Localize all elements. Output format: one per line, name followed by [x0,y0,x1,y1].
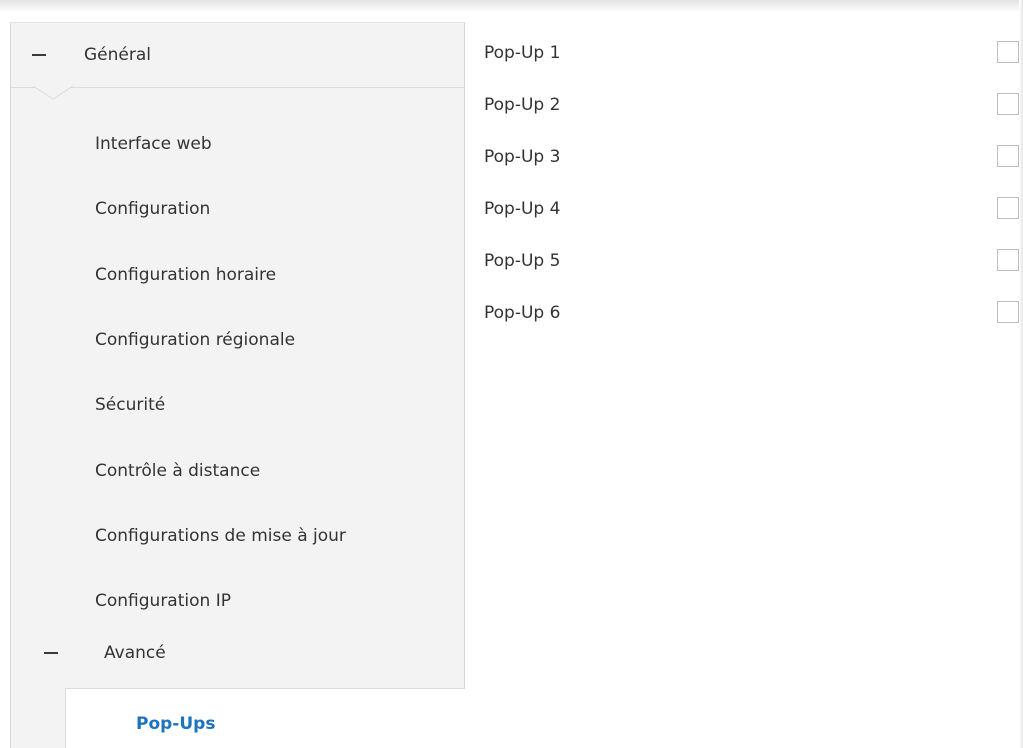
popup-label: Pop-Up 6 [484,303,561,323]
sidebar-item-securite[interactable]: Sécurité [11,373,464,437]
popup-label: Pop-Up 1 [484,43,561,63]
sidebar-item-controle-a-distance[interactable]: Contrôle à distance [11,439,464,503]
sidebar: Général Interface web Configuration Conf… [10,22,465,748]
collapse-icon[interactable] [44,652,58,654]
sidebar-item-label: Configuration régionale [95,330,296,350]
sidebar-item-label: Configuration [95,199,211,219]
sidebar-group-avance[interactable]: Avancé [11,621,464,685]
sidebar-group-label: Général [84,45,151,65]
collapse-icon[interactable] [32,54,46,56]
sidebar-item-label: Sécurité [95,395,166,415]
sidebar-item-interface-web[interactable]: Interface web [11,112,464,176]
popup-row: Pop-Up 2 [484,92,1019,118]
popup-checkbox[interactable] [997,93,1019,115]
top-shadow [0,0,1023,12]
sidebar-item-pop-ups[interactable]: Pop-Ups [65,688,465,748]
sidebar-group-general[interactable]: Général [11,23,464,88]
sidebar-item-label: Configuration IP [95,591,231,611]
popup-label: Pop-Up 4 [484,199,561,219]
sidebar-group-label: Avancé [104,643,166,663]
popup-row: Pop-Up 1 [484,40,1019,66]
popup-row: Pop-Up 6 [484,300,1019,326]
popup-checkbox[interactable] [997,197,1019,219]
popup-label: Pop-Up 3 [484,147,561,167]
sidebar-item-label: Pop-Ups [136,713,216,734]
sidebar-item-mise-a-jour[interactable]: Configurations de mise à jour [11,504,464,568]
sidebar-item-configuration[interactable]: Configuration [11,177,464,241]
popup-row: Pop-Up 5 [484,248,1019,274]
popup-checkbox[interactable] [997,301,1019,323]
content-panel: Pop-Up 1 Pop-Up 2 Pop-Up 3 Pop-Up 4 Pop-… [466,22,1023,748]
sidebar-item-label: Configurations de mise à jour [95,526,346,546]
sidebar-item-configuration-horaire[interactable]: Configuration horaire [11,243,464,307]
sidebar-item-label: Contrôle à distance [95,461,261,481]
popup-label: Pop-Up 5 [484,251,561,271]
popup-label: Pop-Up 2 [484,95,561,115]
popup-row: Pop-Up 3 [484,144,1019,170]
caret-pointer-icon [33,86,73,100]
sidebar-item-label: Configuration horaire [95,265,277,285]
right-shadow [1019,0,1023,748]
popup-checkbox[interactable] [997,41,1019,63]
sidebar-item-label: Interface web [95,134,212,154]
popup-row: Pop-Up 4 [484,196,1019,222]
popup-checkbox[interactable] [997,249,1019,271]
popup-checkbox[interactable] [997,145,1019,167]
sidebar-item-configuration-regionale[interactable]: Configuration régionale [11,308,464,372]
settings-window: Général Interface web Configuration Conf… [0,0,1023,748]
